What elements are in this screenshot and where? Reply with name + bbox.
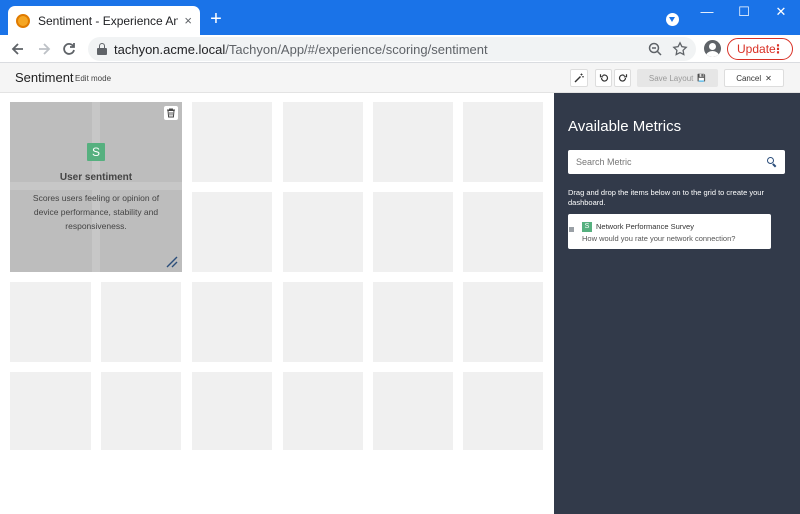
grid-cell[interactable] [192,372,272,450]
grid-cell[interactable] [373,282,453,362]
save-layout-button[interactable]: Save Layout 💾 [637,69,718,87]
grid-cell[interactable] [10,372,91,450]
search-metric-box [568,150,785,174]
tile-description: Scores users feeling or opinion of devic… [32,193,160,231]
magic-wand-button[interactable] [570,69,588,87]
drag-handle-icon[interactable] [569,227,574,232]
grid-cell[interactable] [463,282,543,362]
drag-drop-hint: Drag and drop the items below on to the … [568,188,764,207]
account-avatar-icon[interactable] [704,40,721,57]
page-title: Sentiment [15,70,74,85]
resize-handle-icon[interactable] [164,254,178,268]
delete-tile-button[interactable] [164,106,178,120]
tab-title: Sentiment - Experience Analytics [38,13,179,28]
metric-name: Network Performance Survey [596,222,694,231]
panel-title: Available Metrics [568,118,682,135]
tab-close-icon[interactable]: × [184,13,192,28]
url-text: tachyon.acme.local/Tachyon/App/#/experie… [114,42,488,57]
save-icon: 💾 [697,75,707,82]
tile-title: User sentiment [59,172,133,183]
forward-arrow-icon [39,43,51,55]
magic-wand-icon [574,73,584,83]
grid-cell[interactable] [283,192,363,272]
app-header: Sentiment Edit mode Save Layout 💾 Cancel… [0,63,800,93]
new-tab-button[interactable]: + [206,9,226,29]
edit-mode-label: Edit mode [75,74,112,83]
bookmark-star-icon[interactable] [672,41,688,57]
grid-cell[interactable] [192,192,272,272]
redo-icon [618,74,627,82]
tab-search-icon[interactable] [666,13,679,26]
back-button[interactable] [8,39,28,59]
grid-cell[interactable] [101,372,181,450]
dashboard-grid[interactable]: S User sentiment Scores users feeling or… [0,93,554,514]
grid-cell[interactable] [373,102,453,182]
reload-button[interactable] [59,39,79,59]
grid-cell[interactable] [283,282,363,362]
undo-icon [599,74,608,82]
browser-tab-strip: Sentiment - Experience Analytics × + — ☐… [0,0,800,35]
redo-button[interactable] [614,69,631,87]
grid-cell[interactable] [192,282,272,362]
grid-cell[interactable] [463,372,543,450]
metric-question: How would you rate your network connecti… [582,234,736,243]
grid-cell[interactable] [10,282,91,362]
cancel-button[interactable]: Cancel ✕ [724,69,784,87]
grid-cell[interactable] [192,102,272,182]
forward-button[interactable] [34,39,54,59]
trash-icon [167,108,175,118]
reload-icon [63,43,75,55]
menu-dots-icon: ⋮ [772,42,784,56]
search-icon[interactable] [767,157,776,166]
grid-cell[interactable] [373,372,453,450]
zoom-icon[interactable] [647,41,663,57]
minimize-button[interactable]: — [692,4,722,20]
update-button[interactable]: Update ⋮ [727,38,793,60]
grid-cell[interactable] [463,192,543,272]
back-arrow-icon [11,43,23,55]
sentiment-badge: S [87,143,105,161]
undo-button[interactable] [595,69,612,87]
window-close-button[interactable]: ✕ [766,4,796,20]
browser-toolbar: tachyon.acme.local/Tachyon/App/#/experie… [0,35,800,63]
lock-icon [97,43,107,55]
address-bar[interactable]: tachyon.acme.local/Tachyon/App/#/experie… [88,37,696,61]
close-icon: ✕ [765,73,772,83]
available-metrics-panel: Available Metrics Drag and drop the item… [554,93,800,514]
maximize-button[interactable]: ☐ [729,4,759,20]
user-sentiment-tile[interactable]: S User sentiment Scores users feeling or… [10,102,182,272]
metric-card-network-performance[interactable]: S Network Performance Survey How would y… [568,214,771,249]
grid-cell[interactable] [463,102,543,182]
grid-cell[interactable] [373,192,453,272]
favicon-icon [16,13,30,28]
grid-cell[interactable] [283,102,363,182]
browser-tab[interactable]: Sentiment - Experience Analytics × [8,6,200,35]
search-metric-input[interactable] [576,153,761,171]
grid-cell[interactable] [283,372,363,450]
metric-badge: S [582,222,592,232]
grid-cell[interactable] [101,282,181,362]
grid-guide-line [10,182,182,190]
